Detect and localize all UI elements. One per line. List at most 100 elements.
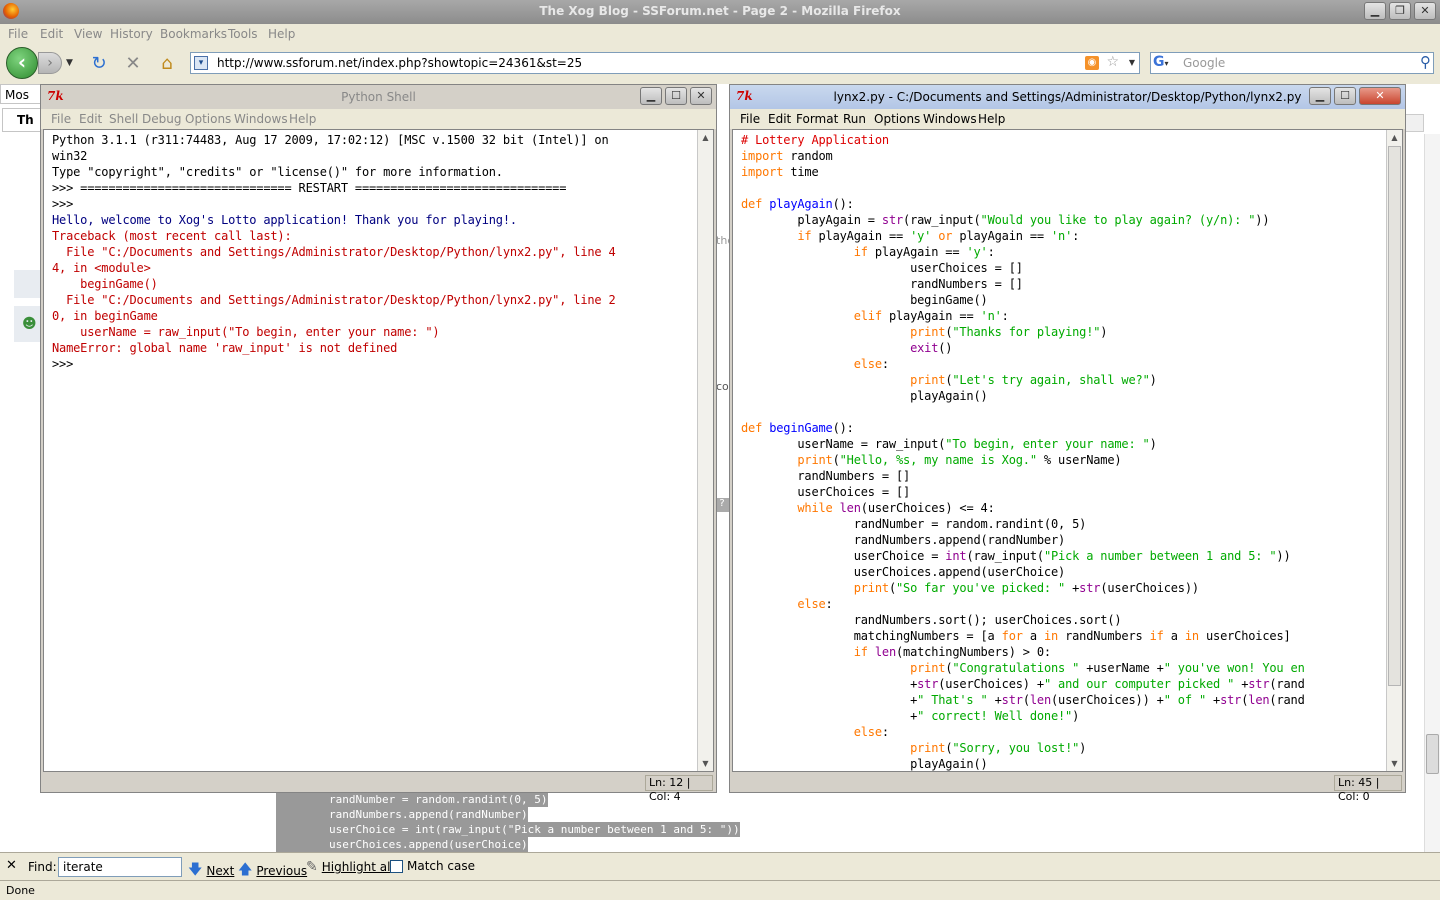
rss-feed-icon[interactable]: ◉ [1085, 56, 1099, 70]
page-scroll-thumb[interactable] [1426, 734, 1439, 774]
shell-menu-debug[interactable]: Debug [142, 112, 181, 126]
code-line: def beginGame(): [741, 420, 1305, 436]
minimize-icon[interactable]: ▁ [1309, 87, 1331, 105]
menu-tools[interactable]: Tools [228, 27, 258, 41]
minimize-icon[interactable]: ▁ [640, 87, 662, 105]
code-line: randNumbers.append(randNumber) [741, 532, 1305, 548]
shell-menu-help[interactable]: Help [289, 112, 316, 126]
bookmark-star-icon[interactable]: ☆ [1106, 54, 1119, 70]
editor-menu-edit[interactable]: Edit [768, 112, 791, 126]
code-token: ) [1072, 709, 1080, 723]
close-icon[interactable]: ✕ [1414, 2, 1436, 20]
code-line: userChoices = [] [741, 484, 1305, 500]
editor-menu-options[interactable]: Options [874, 112, 920, 126]
url-dropdown-icon[interactable]: ▼ [1129, 58, 1135, 67]
menu-help[interactable]: Help [268, 27, 295, 41]
shell-menu-shell[interactable]: Shell [109, 112, 138, 126]
page-scrollbar[interactable] [1424, 134, 1440, 852]
code-token: : [1001, 309, 1009, 323]
editor-menu-run[interactable]: Run [843, 112, 866, 126]
editor-menu-help[interactable]: Help [978, 112, 1005, 126]
shell-menu-windows[interactable]: Windows [234, 112, 288, 126]
code-line: else: [741, 724, 1305, 740]
code-token: randNumbers.sort(); userChoices.sort() [741, 613, 1122, 627]
reload-icon[interactable]: ↻ [88, 53, 110, 75]
forward-arrow-icon[interactable]: › [38, 52, 62, 74]
highlight-all-button[interactable]: ✎ Highlight all [306, 859, 394, 875]
menu-file[interactable]: File [8, 27, 28, 41]
close-icon[interactable]: ✕ [1359, 87, 1401, 105]
code-line: beginGame() [741, 292, 1305, 308]
tab-fragment-2[interactable]: Th [2, 108, 44, 132]
menu-bookmarks[interactable]: Bookmarks [160, 27, 227, 41]
code-token: print [853, 581, 889, 595]
shell-output[interactable]: Python 3.1.1 (r311:74483, Aug 17 2009, 1… [52, 132, 616, 372]
code-token: + [1206, 693, 1221, 707]
editor-menu-windows[interactable]: Windows [923, 112, 977, 126]
code-token: # Lottery Application [741, 133, 889, 147]
browser-status-bar: Done [0, 880, 1440, 900]
maximize-icon[interactable]: ☐ [1334, 87, 1356, 105]
code-line: randNumber = random.randint(0, 5) [741, 516, 1305, 532]
history-dropdown-icon[interactable]: ▼ [66, 58, 73, 68]
minimize-icon[interactable]: ▁ [1364, 2, 1386, 20]
code-token: in [1184, 629, 1199, 643]
shell-scrollbar[interactable]: ▲ ▼ [697, 130, 713, 771]
code-token: str [1248, 677, 1270, 691]
editor-scroll-thumb[interactable] [1388, 146, 1401, 686]
code-token: exit [910, 341, 939, 355]
scroll-down-icon[interactable]: ▼ [698, 756, 713, 771]
editor-menu-bar: File Edit Format Run Options Windows Hel… [730, 109, 1405, 129]
editor-menu-format[interactable]: Format [796, 112, 838, 126]
shell-menu-options[interactable]: Options [185, 112, 231, 126]
home-icon[interactable]: ⌂ [156, 53, 178, 75]
scroll-up-icon[interactable]: ▲ [698, 130, 713, 145]
editor-text-area[interactable]: # Lottery Application import random import… [732, 129, 1403, 772]
close-icon[interactable]: ✕ [690, 87, 712, 105]
menu-edit[interactable]: Edit [40, 27, 63, 41]
menu-view[interactable]: View [74, 27, 102, 41]
editor-window: 7k lynx2.py - C:/Documents and Settings/… [729, 84, 1406, 803]
code-token: (raw_input( [966, 549, 1044, 563]
editor-code[interactable]: # Lottery Application import random import… [741, 132, 1305, 771]
code-token: (userChoices)) + [1051, 693, 1164, 707]
code-token: str [1001, 693, 1023, 707]
code-line: if len(matchingNumbers) > 0: [741, 644, 1305, 660]
url-text[interactable]: http://www.ssforum.net/index.php?showtop… [217, 56, 582, 70]
shell-line: beginGame() [52, 277, 158, 291]
search-icon[interactable]: ⚲ [1420, 53, 1431, 71]
code-token: "Congratulations " [952, 661, 1080, 675]
maximize-icon[interactable]: ☐ [665, 87, 687, 105]
code-token: : [987, 245, 995, 259]
close-find-icon[interactable]: ✕ [6, 858, 17, 873]
code-token: () [938, 341, 953, 355]
scroll-down-icon[interactable]: ▼ [1387, 756, 1402, 771]
search-bar[interactable]: G▾ Google ⚲ [1150, 52, 1434, 74]
stop-icon[interactable]: ✕ [122, 53, 144, 75]
google-engine-icon[interactable]: G▾ [1153, 54, 1179, 72]
shell-menu-file[interactable]: File [51, 112, 71, 126]
code-line: randNumbers = [] [741, 468, 1305, 484]
back-arrow-icon[interactable]: ‹ [6, 47, 38, 79]
checkbox-icon[interactable] [390, 859, 403, 873]
shell-text-area[interactable]: Python 3.1.1 (r311:74483, Aug 17 2009, 1… [43, 129, 714, 772]
menu-history[interactable]: History [110, 27, 153, 41]
code-token: userName = raw_input( [741, 437, 946, 451]
restore-icon[interactable]: ❐ [1389, 2, 1411, 20]
code-line: if playAgain == 'y' or playAgain == 'n': [741, 228, 1305, 244]
editor-menu-file[interactable]: File [740, 112, 760, 126]
scroll-up-icon[interactable]: ▲ [1387, 130, 1402, 145]
code-token: else [853, 357, 882, 371]
code-token: 'n' [1050, 229, 1073, 243]
find-input[interactable] [58, 857, 182, 877]
match-case-checkbox[interactable]: Match case [390, 859, 475, 873]
code-token: if [853, 645, 868, 659]
editor-scrollbar[interactable]: ▲ ▼ [1386, 130, 1402, 771]
shell-menu-edit[interactable]: Edit [79, 112, 102, 126]
code-token: random [783, 149, 833, 163]
url-bar[interactable]: ▾ http://www.ssforum.net/index.php?showt… [190, 52, 1140, 74]
tab-fragment-1[interactable]: Mos [0, 84, 44, 104]
